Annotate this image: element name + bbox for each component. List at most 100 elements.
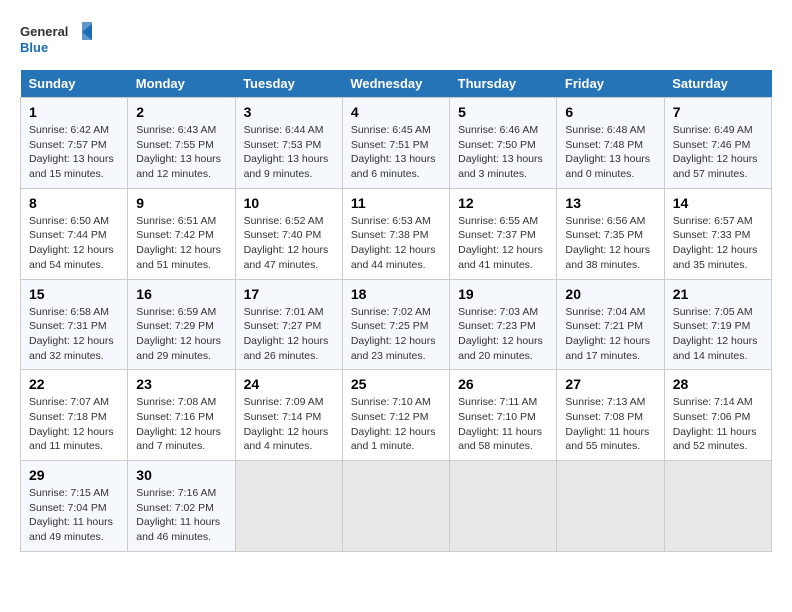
calendar-cell: 1 Sunrise: 6:42 AM Sunset: 7:57 PM Daylig… [21, 98, 128, 189]
day-number: 23 [136, 376, 226, 392]
calendar-cell: 15 Sunrise: 6:58 AM Sunset: 7:31 PM Dayli… [21, 279, 128, 370]
day-number: 5 [458, 104, 548, 120]
calendar-cell: 16 Sunrise: 6:59 AM Sunset: 7:29 PM Dayli… [128, 279, 235, 370]
day-number: 2 [136, 104, 226, 120]
day-number: 1 [29, 104, 119, 120]
weekday-header-friday: Friday [557, 70, 664, 98]
day-info: Sunrise: 6:46 AM Sunset: 7:50 PM Dayligh… [458, 123, 548, 182]
day-number: 21 [673, 286, 763, 302]
day-number: 9 [136, 195, 226, 211]
day-info: Sunrise: 7:09 AM Sunset: 7:14 PM Dayligh… [244, 395, 334, 454]
day-number: 17 [244, 286, 334, 302]
weekday-header-tuesday: Tuesday [235, 70, 342, 98]
day-number: 27 [565, 376, 655, 392]
calendar-cell [342, 461, 449, 552]
day-info: Sunrise: 6:43 AM Sunset: 7:55 PM Dayligh… [136, 123, 226, 182]
weekday-header-thursday: Thursday [450, 70, 557, 98]
day-info: Sunrise: 7:03 AM Sunset: 7:23 PM Dayligh… [458, 305, 548, 364]
day-info: Sunrise: 7:05 AM Sunset: 7:19 PM Dayligh… [673, 305, 763, 364]
day-info: Sunrise: 6:56 AM Sunset: 7:35 PM Dayligh… [565, 214, 655, 273]
calendar-cell: 29Sunrise: 7:15 AM Sunset: 7:04 PM Dayli… [21, 461, 128, 552]
day-info: Sunrise: 6:58 AM Sunset: 7:31 PM Dayligh… [29, 305, 119, 364]
day-number: 4 [351, 104, 441, 120]
calendar-cell: 22Sunrise: 7:07 AM Sunset: 7:18 PM Dayli… [21, 370, 128, 461]
calendar-cell: 24 Sunrise: 7:09 AM Sunset: 7:14 PM Dayli… [235, 370, 342, 461]
calendar-cell: 2 Sunrise: 6:43 AM Sunset: 7:55 PM Daylig… [128, 98, 235, 189]
day-info: Sunrise: 7:08 AM Sunset: 7:16 PM Dayligh… [136, 395, 226, 454]
day-info: Sunrise: 7:15 AM Sunset: 7:04 PM Dayligh… [29, 486, 119, 545]
weekday-header-saturday: Saturday [664, 70, 771, 98]
calendar-cell: 19 Sunrise: 7:03 AM Sunset: 7:23 PM Dayli… [450, 279, 557, 370]
day-number: 3 [244, 104, 334, 120]
day-info: Sunrise: 7:11 AM Sunset: 7:10 PM Dayligh… [458, 395, 548, 454]
weekday-header-wednesday: Wednesday [342, 70, 449, 98]
calendar-cell: 27 Sunrise: 7:13 AM Sunset: 7:08 PM Dayli… [557, 370, 664, 461]
calendar-cell [450, 461, 557, 552]
calendar-cell [557, 461, 664, 552]
day-info: Sunrise: 7:02 AM Sunset: 7:25 PM Dayligh… [351, 305, 441, 364]
day-info: Sunrise: 6:44 AM Sunset: 7:53 PM Dayligh… [244, 123, 334, 182]
day-number: 30 [136, 467, 226, 483]
day-info: Sunrise: 6:53 AM Sunset: 7:38 PM Dayligh… [351, 214, 441, 273]
day-info: Sunrise: 6:50 AM Sunset: 7:44 PM Dayligh… [29, 214, 119, 273]
calendar-table: SundayMondayTuesdayWednesdayThursdayFrid… [20, 70, 772, 552]
calendar-cell: 25 Sunrise: 7:10 AM Sunset: 7:12 PM Dayli… [342, 370, 449, 461]
day-number: 6 [565, 104, 655, 120]
weekday-header-monday: Monday [128, 70, 235, 98]
calendar-cell: 12 Sunrise: 6:55 AM Sunset: 7:37 PM Dayli… [450, 188, 557, 279]
day-info: Sunrise: 7:16 AM Sunset: 7:02 PM Dayligh… [136, 486, 226, 545]
day-number: 18 [351, 286, 441, 302]
calendar-cell [235, 461, 342, 552]
calendar-cell: 4 Sunrise: 6:45 AM Sunset: 7:51 PM Daylig… [342, 98, 449, 189]
day-number: 13 [565, 195, 655, 211]
logo: General Blue [20, 20, 100, 60]
calendar-cell: 11 Sunrise: 6:53 AM Sunset: 7:38 PM Dayli… [342, 188, 449, 279]
day-number: 12 [458, 195, 548, 211]
calendar-cell: 26 Sunrise: 7:11 AM Sunset: 7:10 PM Dayli… [450, 370, 557, 461]
day-number: 25 [351, 376, 441, 392]
calendar-cell: 6 Sunrise: 6:48 AM Sunset: 7:48 PM Daylig… [557, 98, 664, 189]
calendar-cell: 13 Sunrise: 6:56 AM Sunset: 7:35 PM Dayli… [557, 188, 664, 279]
day-number: 15 [29, 286, 119, 302]
weekday-header-sunday: Sunday [21, 70, 128, 98]
calendar-cell: 20Sunrise: 7:04 AM Sunset: 7:21 PM Dayli… [557, 279, 664, 370]
day-number: 16 [136, 286, 226, 302]
day-info: Sunrise: 6:48 AM Sunset: 7:48 PM Dayligh… [565, 123, 655, 182]
day-info: Sunrise: 6:57 AM Sunset: 7:33 PM Dayligh… [673, 214, 763, 273]
day-number: 28 [673, 376, 763, 392]
day-number: 11 [351, 195, 441, 211]
day-info: Sunrise: 6:45 AM Sunset: 7:51 PM Dayligh… [351, 123, 441, 182]
day-number: 24 [244, 376, 334, 392]
day-info: Sunrise: 7:10 AM Sunset: 7:12 PM Dayligh… [351, 395, 441, 454]
day-number: 20 [565, 286, 655, 302]
calendar-cell: 7 Sunrise: 6:49 AM Sunset: 7:46 PM Daylig… [664, 98, 771, 189]
svg-text:Blue: Blue [20, 40, 48, 55]
day-info: Sunrise: 7:13 AM Sunset: 7:08 PM Dayligh… [565, 395, 655, 454]
day-info: Sunrise: 6:52 AM Sunset: 7:40 PM Dayligh… [244, 214, 334, 273]
day-number: 7 [673, 104, 763, 120]
day-info: Sunrise: 6:55 AM Sunset: 7:37 PM Dayligh… [458, 214, 548, 273]
page-header: General Blue [20, 20, 772, 60]
calendar-cell: 28 Sunrise: 7:14 AM Sunset: 7:06 PM Dayli… [664, 370, 771, 461]
day-number: 10 [244, 195, 334, 211]
day-number: 19 [458, 286, 548, 302]
day-info: Sunrise: 6:49 AM Sunset: 7:46 PM Dayligh… [673, 123, 763, 182]
day-number: 14 [673, 195, 763, 211]
calendar-cell: 30 Sunrise: 7:16 AM Sunset: 7:02 PM Dayli… [128, 461, 235, 552]
day-info: Sunrise: 6:42 AM Sunset: 7:57 PM Dayligh… [29, 123, 119, 182]
calendar-cell: 3 Sunrise: 6:44 AM Sunset: 7:53 PM Daylig… [235, 98, 342, 189]
svg-text:General: General [20, 24, 68, 39]
calendar-cell: 14 Sunrise: 6:57 AM Sunset: 7:33 PM Dayli… [664, 188, 771, 279]
day-info: Sunrise: 7:01 AM Sunset: 7:27 PM Dayligh… [244, 305, 334, 364]
day-number: 26 [458, 376, 548, 392]
day-number: 22 [29, 376, 119, 392]
day-info: Sunrise: 6:59 AM Sunset: 7:29 PM Dayligh… [136, 305, 226, 364]
calendar-cell: 10 Sunrise: 6:52 AM Sunset: 7:40 PM Dayli… [235, 188, 342, 279]
calendar-cell: 21 Sunrise: 7:05 AM Sunset: 7:19 PM Dayli… [664, 279, 771, 370]
day-info: Sunrise: 7:14 AM Sunset: 7:06 PM Dayligh… [673, 395, 763, 454]
calendar-cell [664, 461, 771, 552]
calendar-cell: 5 Sunrise: 6:46 AM Sunset: 7:50 PM Daylig… [450, 98, 557, 189]
day-number: 8 [29, 195, 119, 211]
calendar-cell: 17 Sunrise: 7:01 AM Sunset: 7:27 PM Dayli… [235, 279, 342, 370]
logo-svg: General Blue [20, 20, 100, 60]
